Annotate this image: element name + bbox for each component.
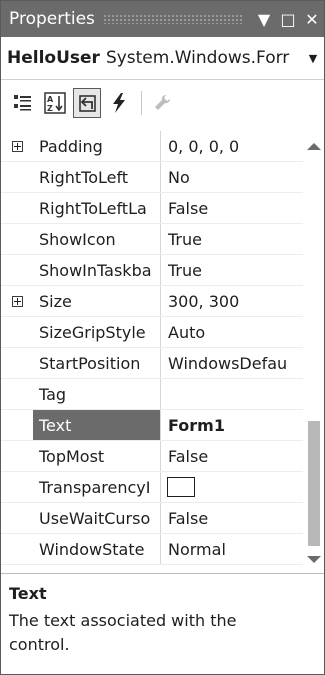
property-row-windowstate[interactable]: WindowState Normal	[1, 534, 303, 565]
plus-icon[interactable]	[11, 295, 23, 307]
property-value[interactable]: False	[161, 441, 303, 471]
property-row-tag[interactable]: Tag	[1, 379, 303, 410]
property-row-padding[interactable]: Padding 0, 0, 0, 0	[1, 131, 303, 162]
properties-button[interactable]	[73, 88, 101, 118]
property-grid: Padding 0, 0, 0, 0 RightToLeft No RightT…	[1, 131, 303, 571]
scroll-up-icon[interactable]	[307, 143, 321, 150]
property-name: Padding	[33, 131, 161, 161]
vertical-scrollbar[interactable]	[304, 131, 324, 571]
maximize-button[interactable]: □	[276, 10, 300, 29]
property-name: TopMost	[33, 441, 161, 471]
property-row-righttoleft[interactable]: RightToLeft No	[1, 162, 303, 193]
properties-panel: Properties ▼ □ ✕ HelloUser System.Window…	[0, 0, 325, 675]
svg-text:A: A	[47, 95, 54, 104]
property-row-usewaitcursor[interactable]: UseWaitCurso False	[1, 503, 303, 534]
property-value[interactable]: False	[161, 193, 303, 223]
property-name: StartPosition	[33, 348, 161, 378]
categorized-icon	[14, 95, 31, 111]
property-value[interactable]: WindowsDefau	[161, 348, 303, 378]
property-name: Text	[33, 410, 161, 440]
property-row-topmost[interactable]: TopMost False	[1, 441, 303, 472]
expand-toggle[interactable]	[1, 131, 33, 161]
property-name: UseWaitCurso	[33, 503, 161, 533]
lightning-icon	[113, 93, 125, 113]
expand-toggle[interactable]	[1, 286, 33, 316]
categorized-button[interactable]	[9, 88, 37, 118]
description-text: The text associated with the control.	[9, 611, 237, 654]
property-row-startposition[interactable]: StartPosition WindowsDefau	[1, 348, 303, 379]
property-value[interactable]: True	[161, 255, 303, 285]
wrench-icon	[155, 94, 171, 110]
object-selector[interactable]: HelloUser System.Windows.Forr ▼	[1, 37, 324, 80]
property-name: RightToLeft	[33, 162, 161, 192]
property-name: ShowIcon	[33, 224, 161, 254]
description-pane: Text The text associated with the contro…	[1, 573, 324, 674]
svg-text:Z: Z	[47, 104, 53, 113]
property-name: TransparencyI	[33, 472, 161, 502]
panel-title: Properties	[9, 9, 95, 29]
property-value[interactable]: 300, 300	[161, 286, 303, 316]
description-title: Text	[9, 584, 47, 603]
events-button[interactable]	[105, 88, 133, 118]
drag-grip[interactable]	[102, 14, 244, 24]
alphabetical-icon: A Z	[44, 92, 66, 114]
property-row-showintaskbar[interactable]: ShowInTaskba True	[1, 255, 303, 286]
property-row-transparencykey[interactable]: TransparencyI	[1, 472, 303, 503]
property-value[interactable]: Form1	[161, 410, 303, 440]
property-value[interactable]: 0, 0, 0, 0	[161, 131, 303, 161]
property-name: ShowInTaskba	[33, 255, 161, 285]
property-value[interactable]	[161, 472, 303, 502]
property-name: Size	[33, 286, 161, 316]
property-row-sizegripstyle[interactable]: SizeGripStyle Auto	[1, 317, 303, 348]
property-name: SizeGripStyle	[33, 317, 161, 347]
scroll-thumb[interactable]	[308, 421, 320, 546]
pin-dropdown-button[interactable]: ▼	[252, 10, 276, 29]
property-value[interactable]: Normal	[161, 534, 303, 564]
toolbar-separator	[141, 91, 142, 115]
property-row-righttoleftlayout[interactable]: RightToLeftLa False	[1, 193, 303, 224]
property-name: WindowState	[33, 534, 161, 564]
object-name: HelloUser	[7, 48, 100, 68]
property-pages-button[interactable]	[148, 88, 176, 118]
property-row-text[interactable]: Text Form1	[1, 410, 303, 441]
color-swatch[interactable]	[167, 477, 195, 497]
property-value[interactable]: No	[161, 162, 303, 192]
property-value[interactable]: True	[161, 224, 303, 254]
object-type: System.Windows.Forr	[105, 48, 290, 68]
properties-toolbar: A Z	[1, 79, 324, 127]
property-value[interactable]	[161, 379, 303, 409]
title-bar: Properties ▼ □ ✕	[1, 1, 324, 37]
property-name: RightToLeftLa	[33, 193, 161, 223]
alphabetical-button[interactable]: A Z	[41, 88, 69, 118]
property-row-size[interactable]: Size 300, 300	[1, 286, 303, 317]
property-value[interactable]: False	[161, 503, 303, 533]
plus-icon[interactable]	[11, 140, 23, 152]
property-name: Tag	[33, 379, 161, 409]
property-value[interactable]: Auto	[161, 317, 303, 347]
chevron-down-icon[interactable]: ▼	[302, 52, 324, 65]
properties-icon	[79, 95, 96, 112]
scroll-down-icon[interactable]	[307, 556, 321, 563]
close-button[interactable]: ✕	[300, 10, 324, 29]
property-row-showicon[interactable]: ShowIcon True	[1, 224, 303, 255]
